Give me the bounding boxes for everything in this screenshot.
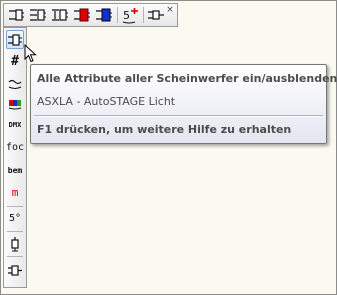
focus-button[interactable]: foc [6,138,24,157]
spot-button[interactable] [6,234,24,253]
angle-icon: 5° [8,212,22,224]
light-attributes-button[interactable] [28,6,48,24]
light-text-button[interactable] [50,6,70,24]
light-small-icon [8,264,22,276]
vertical-toolbar: # DMX foc bem m 5° [3,27,27,288]
dmx-button[interactable]: DMX [6,116,24,135]
toolbar-separator [143,7,144,23]
light-red-button[interactable] [72,6,92,24]
toolbar-separator [117,7,118,23]
m-icon: m [11,186,19,199]
light-insert-icon [9,9,24,21]
focus-icon: foc [5,141,25,153]
bem-icon: bem [7,165,23,175]
toolbar-separator [7,256,23,257]
wave-icon [8,79,22,89]
tooltip: Alle Attribute aller Scheinwerfer ein/au… [30,64,337,144]
light-red-icon [74,8,90,22]
light-small-button[interactable] [146,6,166,24]
tooltip-title: Alle Attribute aller Scheinwerfer ein/au… [37,72,337,85]
color-button[interactable] [6,93,24,112]
angle-plus-button[interactable]: 5 [120,6,140,24]
mouse-pointer-icon [24,44,37,63]
toolbar-separator [7,231,23,232]
light-insert-attributes-icon [30,9,46,21]
drawing-area [0,0,337,295]
toolbar-close-button[interactable]: × [164,4,176,16]
tooltip-divider [34,115,323,117]
light-insert-text-icon [52,9,68,21]
toolbar-separator [7,206,23,207]
svg-text:5: 5 [123,9,130,22]
spot-icon [11,236,19,251]
light-small-vertical-button[interactable] [6,260,24,279]
angle-button[interactable]: 5° [6,209,24,228]
light-toggle-icon [8,33,22,46]
bem-button[interactable]: bem [6,161,24,180]
channel-number-button[interactable]: # [6,52,24,71]
light-blue-icon [96,8,112,22]
light-insert-button[interactable] [6,6,26,24]
color-bar-icon [8,99,22,109]
toggle-all-attributes-button[interactable] [6,30,24,49]
horizontal-toolbar: 5 × [3,3,178,27]
light-small-icon [148,10,164,20]
light-blue-button[interactable] [94,6,114,24]
tooltip-help-text: F1 drücken, um weitere Hilfe zu erhalten [37,123,292,136]
hash-icon: # [11,54,19,69]
m-button[interactable]: m [6,183,24,202]
dmx-icon: DMX [8,121,22,129]
tooltip-description: ASXLA - AutoSTAGE Licht [37,95,176,108]
5-degree-plus-icon: 5 [122,8,138,24]
wave-button[interactable] [6,73,24,92]
